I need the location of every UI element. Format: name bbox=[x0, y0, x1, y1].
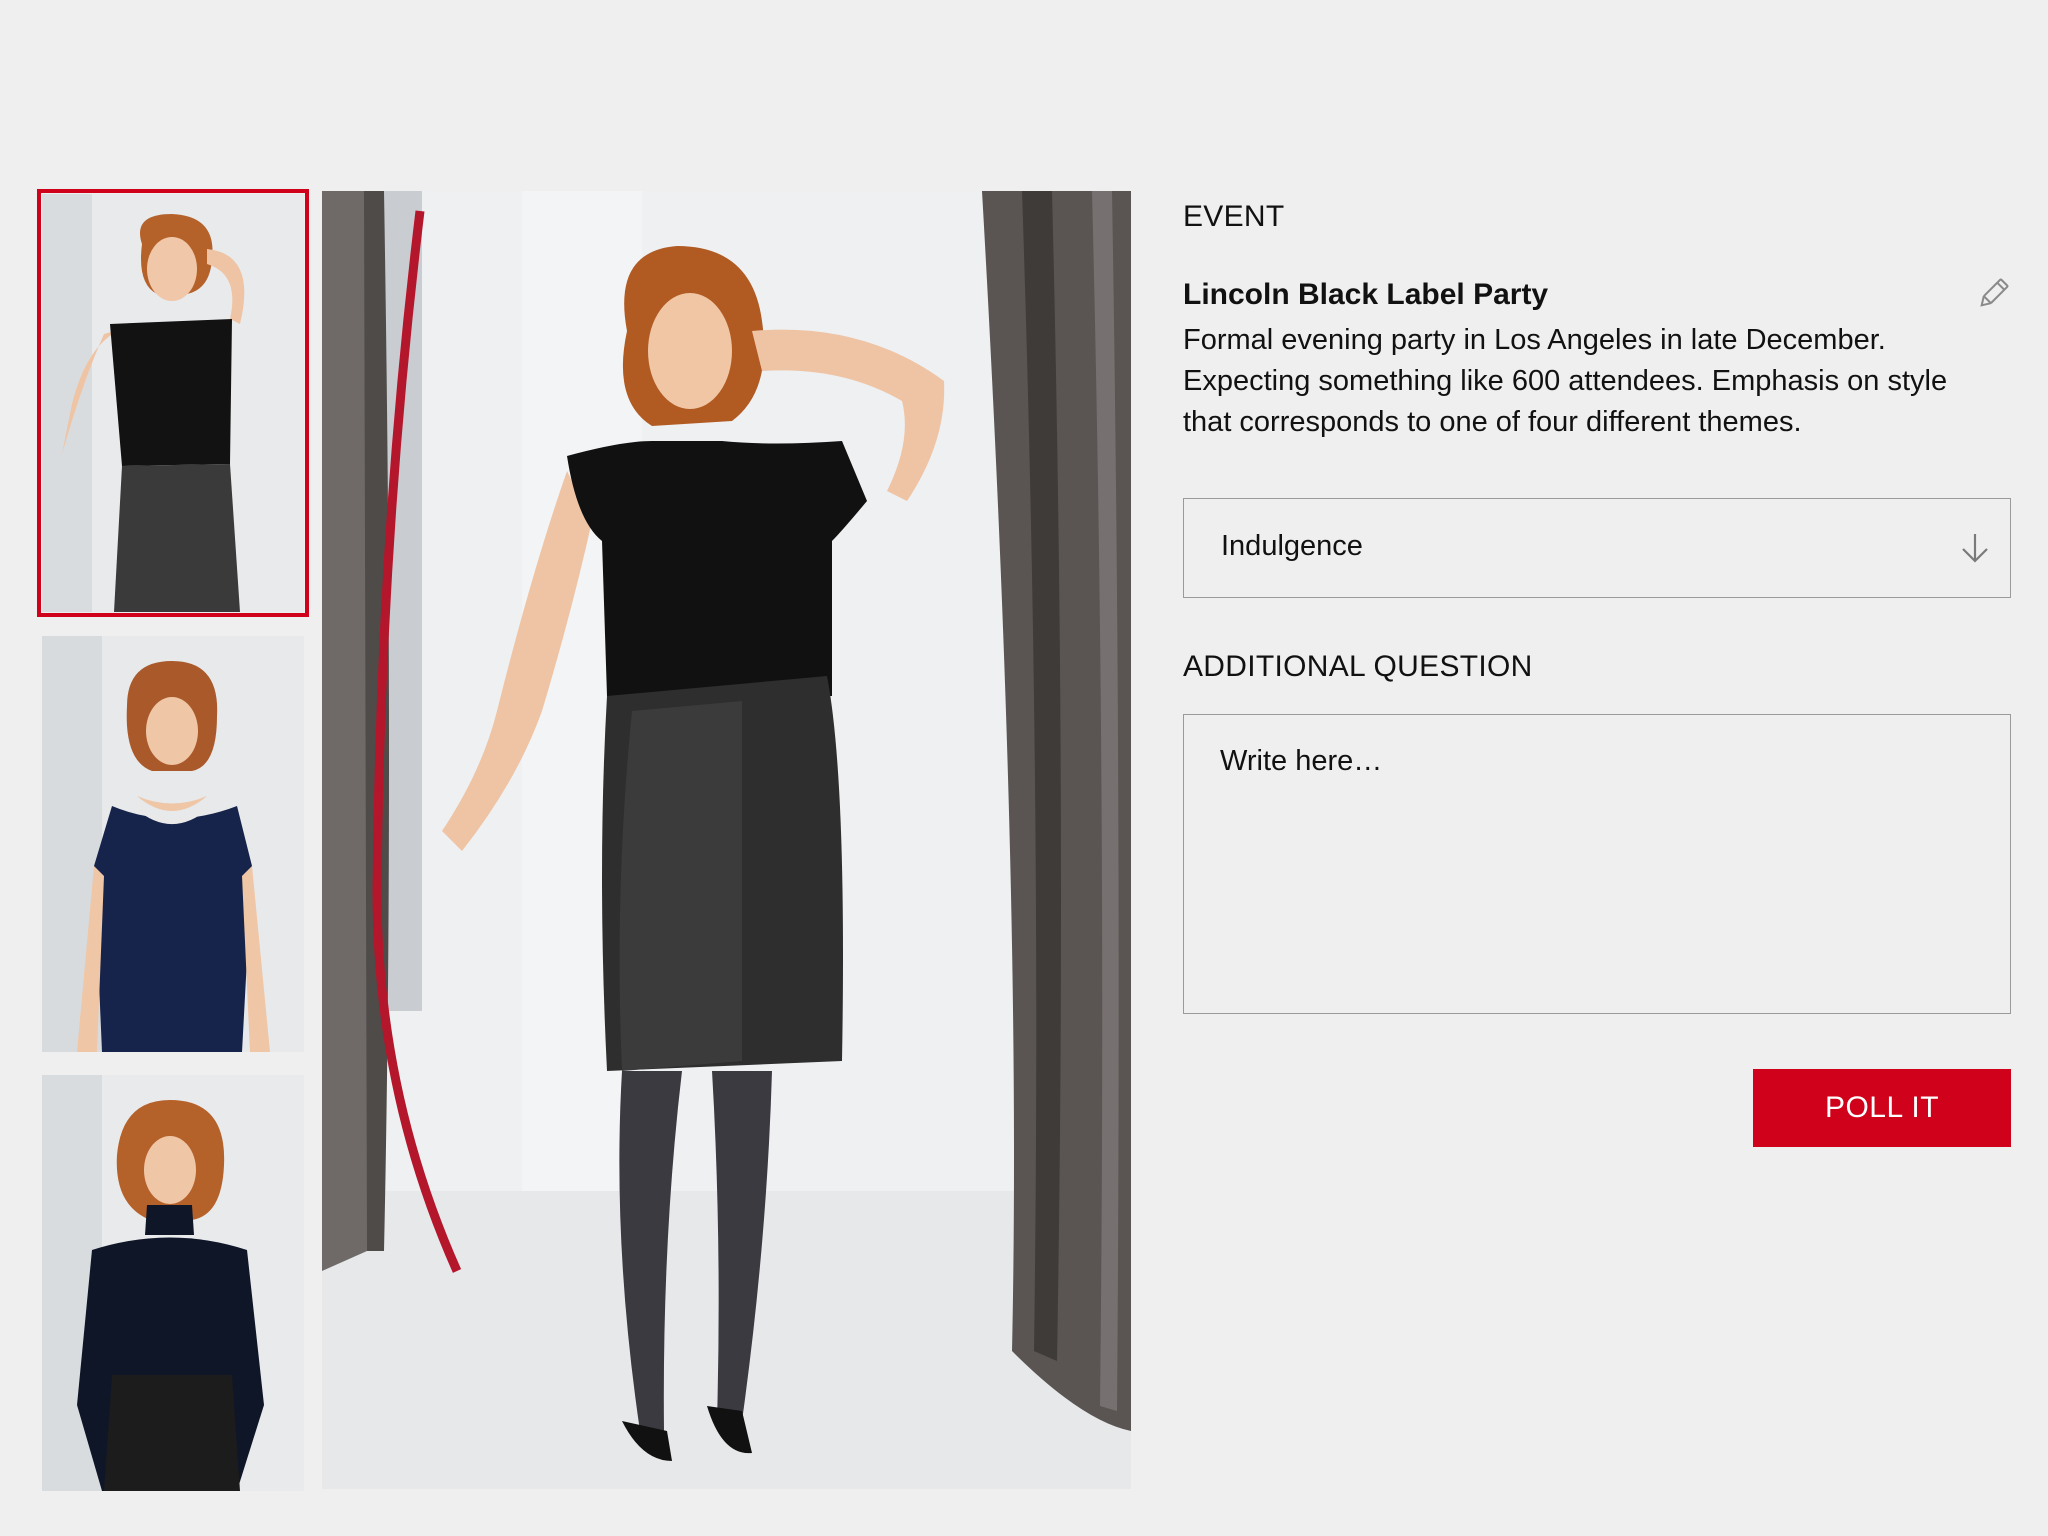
additional-question-input[interactable] bbox=[1183, 714, 2011, 1014]
additional-question-label: ADDITIONAL QUESTION bbox=[1183, 650, 1533, 683]
pencil-icon[interactable] bbox=[1975, 276, 2011, 312]
outfit-photo-2 bbox=[42, 636, 304, 1052]
event-title: Lincoln Black Label Party bbox=[1183, 278, 1549, 311]
outfit-photo-1 bbox=[42, 194, 304, 612]
main-outfit-photo bbox=[322, 191, 1131, 1489]
theme-select-value: Indulgence bbox=[1221, 530, 1363, 562]
outfit-thumbnail-3[interactable] bbox=[42, 1075, 304, 1491]
selected-outfit-image bbox=[322, 191, 1131, 1489]
outfit-photo-3 bbox=[42, 1075, 304, 1491]
event-description: Formal evening party in Los Angeles in l… bbox=[1183, 324, 1948, 438]
event-section-label: EVENT bbox=[1183, 200, 1285, 233]
poll-page: EVENT Lincoln Black Label Party Formal e… bbox=[0, 0, 2048, 1536]
poll-it-button[interactable]: POLL IT bbox=[1753, 1069, 2011, 1147]
theme-select[interactable]: Indulgence bbox=[1183, 498, 2011, 598]
outfit-thumbnail-1[interactable] bbox=[37, 189, 309, 617]
outfit-thumbnail-2[interactable] bbox=[42, 636, 304, 1052]
chevron-down-icon bbox=[1962, 534, 1988, 563]
